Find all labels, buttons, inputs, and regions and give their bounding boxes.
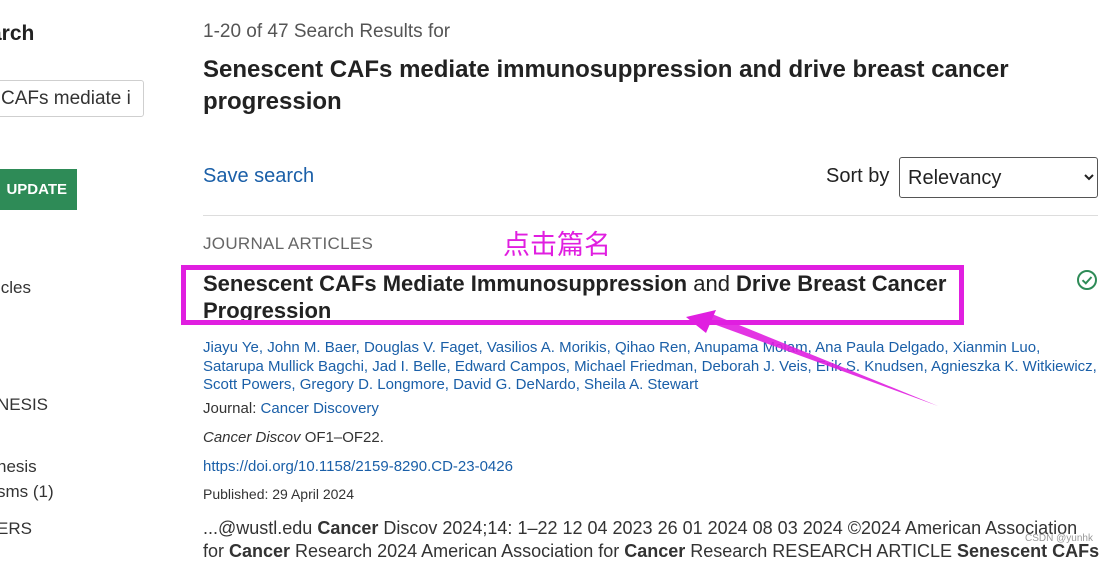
sort-select[interactable]: Relevancy [899,157,1098,198]
sidebar-item-label[interactable]: sms (1) [0,482,54,502]
author-link[interactable]: Gregory D. Longmore [300,376,445,393]
snippet-part: Research RESEARCH ARTICLE [685,541,958,561]
doi-link[interactable]: https://doi.org/10.1158/2159-8290.CD-23-… [203,458,513,475]
citation-pages: OF1–OF22. [300,429,384,446]
published-date: Published: 29 April 2024 [203,486,354,502]
search-query-title: Senescent CAFs mediate immunosuppression… [203,56,1009,115]
author-list: Jiayu Ye, John M. Baer, Douglas V. Faget… [203,339,1097,393]
author-link[interactable]: John M. Baer [267,339,355,356]
snippet-highlight: Cancer [317,518,379,538]
author-link[interactable]: Ana Paula Delgado [815,339,944,356]
section-label: JOURNAL ARTICLES [203,234,374,253]
snippet-highlight: Senescent CAFs [957,541,1100,561]
author-link[interactable]: Michael Friedman [574,358,693,375]
snippet-part: Research 2024 American Association for [290,541,625,561]
divider [203,215,1098,216]
author-link[interactable]: Erik S. Knudsen [816,358,924,375]
author-link[interactable]: Qihao Ren [615,339,687,356]
sidebar-item-label[interactable]: icles [0,278,31,298]
article-snippet: ...@wustl.edu Cancer Discov 2024;14: 1–2… [203,517,1103,563]
sidebar-search-input[interactable] [0,80,144,117]
update-button[interactable]: UPDATE [0,169,77,210]
journal-prefix: Journal: [203,400,261,417]
result-count: 1-20 of 47 Search Results for [203,21,451,42]
author-link[interactable]: Deborah J. Veis [702,358,808,375]
sidebar-item-label[interactable]: NESIS [0,395,48,415]
author-link[interactable]: David G. DeNardo [453,376,576,393]
check-circle-icon [1077,270,1097,290]
save-search-link[interactable]: Save search [203,165,314,188]
author-link[interactable]: Agnieszka K. Witkiewicz [931,358,1093,375]
author-link[interactable]: Satarupa Mullick Bagchi [203,358,364,375]
snippet-highlight: Cancer [229,541,291,561]
author-link[interactable]: Jad I. Belle [372,358,446,375]
author-link[interactable]: Sheila A. Stewart [584,376,698,393]
citation-journal: Cancer Discov [203,429,301,446]
author-link[interactable]: Edward Campos [455,358,566,375]
sidebar-title: arch [0,22,35,45]
author-link[interactable]: Vasilios A. Morikis [487,339,607,356]
sidebar-item-label[interactable]: ERS [0,519,32,539]
author-link[interactable]: Xianmin Luo [953,339,1036,356]
snippet-highlight: Cancer [624,541,686,561]
sidebar-item-label[interactable]: nesis [0,457,37,477]
author-link[interactable]: Anupama Molam [694,339,807,356]
snippet-part: ...@wustl.edu [203,518,318,538]
author-link[interactable]: Jiayu Ye [203,339,259,356]
journal-line: Journal: Cancer Discovery [203,400,379,417]
citation: Cancer Discov OF1–OF22. [203,429,384,446]
author-link[interactable]: Scott Powers [203,376,291,393]
watermark: CSDN @yunhk [1025,533,1093,544]
journal-link[interactable]: Cancer Discovery [261,400,379,417]
annotation-highlight-box [181,265,964,325]
sort-label: Sort by [826,165,890,187]
author-link[interactable]: Douglas V. Faget [364,339,479,356]
annotation-text: 点击篇名 [503,230,611,261]
